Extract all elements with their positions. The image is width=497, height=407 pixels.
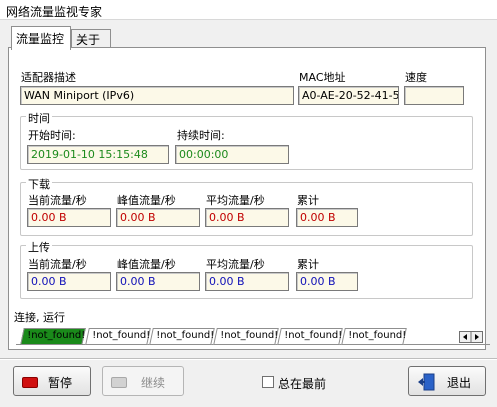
upload-avg-field[interactable]: 0.00 B [205,272,289,291]
exit-door-icon [418,373,435,391]
resume-button[interactable]: 继续 [102,366,184,396]
tab-label: 流量监控 [16,32,65,46]
pause-button-label: 暂停 [48,376,73,390]
download-total-label: 累计 [297,194,319,207]
download-avg-field[interactable]: 0.00 B [205,208,289,227]
resume-icon [111,377,127,388]
adapter-tab-label: !not_found! [348,330,407,341]
tab-traffic-monitor[interactable]: 流量监控 [11,26,71,50]
adapter-tab-6[interactable]: !not_found! [341,328,407,345]
exit-button-label: 退出 [447,376,472,390]
tab-scroll-arrows[interactable] [459,331,483,343]
window-title: 网络流量监视专家 [6,5,103,19]
speed-field[interactable] [404,86,464,105]
tab-about[interactable]: 关于 [71,29,111,48]
tab-label: 关于 [76,33,101,47]
adapter-tab-label: !not_found! [220,330,279,341]
always-on-top-checkbox[interactable] [262,376,274,388]
status-text: 连接, 运行 [14,311,65,324]
download-current-field[interactable]: 0.00 B [27,208,111,227]
upload-total-label: 累计 [297,258,319,271]
upload-total-field[interactable]: 0.00 B [296,272,358,291]
adapter-tab-1[interactable]: !not_found! [20,328,86,345]
always-on-top-label: 总在最前 [278,377,327,391]
upload-current-field[interactable]: 0.00 B [27,272,111,291]
download-current-label: 当前流量/秒 [28,194,87,207]
download-group-label: 下载 [26,176,52,192]
adapter-tab-3[interactable]: !not_found! [149,328,215,345]
exit-button[interactable]: 退出 [408,366,486,396]
mac-label: MAC地址 [299,71,346,84]
time-group-label: 时间 [26,110,52,126]
adapter-tab-5[interactable]: !not_found! [277,328,343,345]
adapter-tab-4[interactable]: !not_found! [213,328,279,345]
duration-field[interactable]: 00:00:00 [175,145,289,164]
upload-current-label: 当前流量/秒 [28,258,87,271]
adapter-tab-label: !not_found! [92,330,151,341]
upload-group-label: 上传 [26,239,52,255]
adapter-tab-label: !not_found! [156,330,215,341]
start-time-field[interactable]: 2019-01-10 15:15:48 [27,145,169,164]
adapter-desc-field[interactable]: WAN Miniport (IPv6) [20,86,294,105]
adapter-tab-2[interactable]: !not_found! [85,328,151,345]
resume-button-label: 继续 [141,376,166,390]
download-peak-field[interactable]: 0.00 B [116,208,200,227]
download-peak-label: 峰值流量/秒 [117,194,176,207]
bottom-separator [0,358,497,360]
download-total-field[interactable]: 0.00 B [296,208,358,227]
adapter-desc-label: 适配器描述 [21,71,76,84]
start-time-label: 开始时间: [28,129,76,142]
adapter-tab-label: !not_found! [27,330,86,341]
mac-field[interactable]: A0-AE-20-52-41-53 [298,86,399,105]
pause-icon [22,377,38,388]
title-bar: 网络流量监视专家 [0,0,497,20]
adapter-tab-label: !not_found! [284,330,343,341]
scroll-arrows-icon [463,332,479,342]
pause-button[interactable]: 暂停 [13,366,91,396]
upload-peak-label: 峰值流量/秒 [117,258,176,271]
speed-label: 速度 [405,71,427,84]
upload-peak-field[interactable]: 0.00 B [116,272,200,291]
duration-label: 持续时间: [177,129,225,142]
download-avg-label: 平均流量/秒 [206,194,265,207]
upload-avg-label: 平均流量/秒 [206,258,265,271]
